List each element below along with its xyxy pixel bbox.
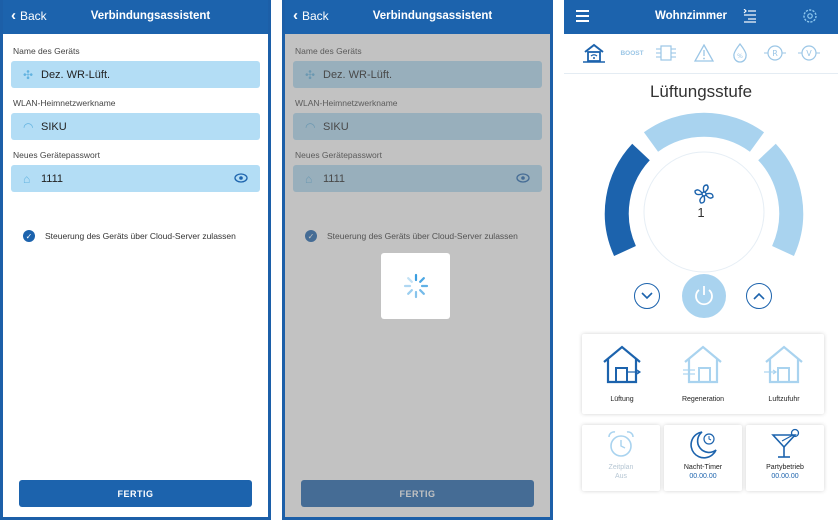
nav-bar: ‹ Back Verbindungsassistent — [3, 0, 268, 34]
device-name-label: Name des Geräts — [13, 46, 80, 56]
house-exchange-icon — [683, 345, 722, 384]
mode-supply-label: Luftzufuhr — [768, 396, 800, 403]
humidity-mode[interactable]: % — [728, 42, 752, 64]
done-button[interactable]: FERTIG — [19, 480, 252, 507]
schedule-label: Zeitplan — [608, 464, 634, 471]
screenshot-stage: ‹ Back Verbindungsassistent Name des Ger… — [0, 0, 838, 520]
power-icon — [695, 286, 713, 306]
page-title: Verbindungsassistent — [90, 10, 211, 22]
gear-icon[interactable] — [802, 8, 818, 24]
wlan-value: SIKU — [41, 120, 67, 133]
fan-icon: ✣ — [23, 67, 34, 82]
v-mode-icon: V — [798, 45, 820, 61]
mode-regeneration[interactable]: Regeneration — [669, 334, 737, 416]
home-wifi-mode[interactable] — [582, 42, 606, 64]
home-wifi-icon — [583, 43, 605, 63]
mode-ventilation[interactable]: Lüftung — [588, 334, 656, 416]
cloud-checkbox-label: Steuerung des Geräts über Cloud-Server z… — [45, 231, 236, 241]
chevron-up-icon — [753, 292, 765, 300]
password-value: 1111 — [41, 172, 64, 185]
password-label: Neues Gerätepasswort — [13, 150, 100, 160]
airflow-icon — [656, 45, 676, 61]
cloud-checkbox[interactable]: ✓ Steuerung des Geräts über Cloud-Server… — [23, 230, 260, 242]
wizard-screen: ‹ Back Verbindungsassistent Name des Ger… — [0, 0, 271, 520]
schedule-value: Aus — [614, 473, 628, 480]
mode-bar: BOOST % R V — [564, 34, 838, 74]
humidity-icon: % — [733, 43, 747, 63]
svg-text:R: R — [772, 49, 778, 58]
ventilation-mode-card: Lüftung Regeneration Luftzufuhr — [582, 334, 824, 414]
eye-icon[interactable] — [234, 173, 248, 183]
section-title: Lüftungsstufe — [649, 82, 753, 101]
loading-dialog — [381, 253, 450, 319]
party-value: 00.00.00 — [771, 473, 799, 480]
mode-supply[interactable]: Luftzufuhr — [750, 334, 818, 416]
alarm-mode[interactable] — [692, 42, 716, 64]
v-mode[interactable]: V — [796, 42, 822, 64]
increase-button[interactable] — [746, 283, 772, 309]
nav-bar: ‹ Back Verbindungsassistent — [285, 0, 550, 34]
house-supply-icon — [764, 345, 803, 384]
page-title: Verbindungsassistent — [372, 10, 493, 22]
airflow-mode[interactable] — [654, 42, 678, 64]
wlan-field[interactable]: ◠ SIKU — [11, 113, 260, 140]
device-name-value: Dez. WR-Lüft. — [41, 68, 111, 81]
spinner-icon — [403, 273, 428, 299]
nav-bar: Wohnzimmer — [564, 0, 838, 34]
list-settings-icon[interactable] — [743, 9, 757, 23]
lock-icon: ⌂ — [23, 171, 31, 186]
cocktail-icon — [771, 428, 800, 458]
moon-clock-icon — [690, 431, 717, 459]
room-title: Wohnzimmer — [655, 10, 727, 22]
mode-ventilation-label: Lüftung — [610, 396, 634, 403]
boost-mode[interactable]: BOOST — [614, 42, 650, 64]
house-arrow-icon — [603, 345, 642, 384]
svg-text:V: V — [806, 49, 812, 58]
password-field[interactable]: ⌂ 1111 — [11, 165, 260, 192]
party-tile[interactable]: Partybetrieb 00.00.00 — [746, 425, 824, 491]
chevron-down-icon — [641, 292, 653, 300]
wlan-label: WLAN-Heimnetzwerkname — [13, 98, 116, 108]
party-label: Partybetrieb — [766, 464, 804, 471]
fan-level-value: 1 — [697, 205, 705, 220]
mode-regeneration-label: Regeneration — [681, 396, 725, 403]
device-name-field[interactable]: ✣ Dez. WR-Lüft. — [11, 61, 260, 88]
check-icon: ✓ — [23, 230, 35, 242]
night-timer-label: Nacht-Timer — [683, 464, 723, 471]
r-mode-icon: R — [764, 45, 786, 61]
r-mode[interactable]: R — [762, 42, 788, 64]
decrease-button[interactable] — [634, 283, 660, 309]
warning-icon — [694, 44, 714, 62]
power-button[interactable] — [682, 274, 726, 318]
wizard-screen-loading: ‹ Back Verbindungsassistent Name des Ger… — [282, 0, 553, 520]
alarm-clock-icon — [608, 431, 634, 457]
night-timer-tile[interactable]: Nacht-Timer 00.00.00 — [664, 425, 742, 491]
room-control-screen: Wohnzimmer BOOST % R V Lüftungsstufe 1 L… — [564, 0, 838, 520]
wifi-icon: ◠ — [23, 119, 34, 134]
svg-text:%: % — [737, 53, 743, 60]
fan-speed-gauge[interactable] — [594, 108, 814, 278]
wizard-form: Name des Geräts ✣ Dez. WR-Lüft. WLAN-Hei… — [3, 34, 268, 242]
night-timer-value: 00.00.00 — [689, 473, 717, 480]
boost-label: BOOST — [620, 49, 644, 57]
schedule-tile[interactable]: Zeitplan Aus — [582, 425, 660, 491]
